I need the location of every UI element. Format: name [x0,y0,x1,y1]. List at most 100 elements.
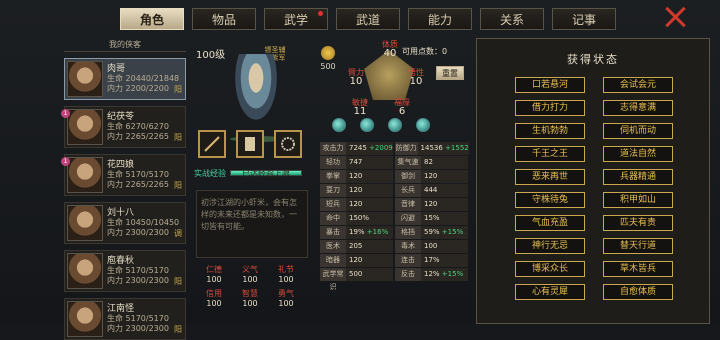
hero-name: 刘十八 [107,208,135,218]
stat-bonus: +15% [441,228,464,236]
stat-row: 暗器 120 连击 17% [320,254,470,267]
hero-card[interactable]: 1 花四娘 生命 5170/5170 内力 2265/2265 阳 [61,154,186,196]
stat-name: 攻击力 [320,142,346,155]
hero-mp: 内力 2300/2300 [107,228,169,237]
stat-name: 暗器 [320,254,346,267]
status-tag[interactable]: 心有灵犀 [515,284,585,300]
tab-character[interactable]: 角色 [120,8,184,30]
top-tabs: 角色 物品 武学 武道 能力 关系 记事 [120,8,616,30]
stat-name: 集气速度 [395,156,421,179]
tab-ability[interactable]: 能力 [408,8,472,30]
stat-value: 82 [424,158,433,166]
stat-name: 音律 [395,198,421,211]
virtue-value: 100 [278,275,294,284]
status-tag[interactable]: 恶来再世 [515,169,585,185]
status-tag[interactable]: 千王之王 [515,146,585,162]
hero-mp: 内力 2300/2300 [107,276,169,285]
stat-value: 100 [424,242,438,250]
level: 100级 [196,50,226,61]
stat-name: 格挡 [395,226,421,239]
stat-cell: 集气速度82 [395,156,468,179]
reset-button[interactable]: 重置 [436,66,464,80]
stat-cell: 武学常识 500 [320,268,393,291]
status-tag[interactable]: 守株待兔 [515,192,585,208]
hero-card[interactable]: 肉哥 生命 20440/21848 内力 2200/2200 阳 [64,58,186,100]
hero-info: 江南怪 生命 5170/5170 内力 2300/2300 [107,304,183,334]
hero-mark: 调 [174,229,182,238]
status-tag[interactable]: 替天行道 [603,238,673,254]
status-tag[interactable]: 志得意满 [603,100,673,116]
jade-orb-icon[interactable] [416,118,430,132]
hero-mark: 阳 [174,325,182,334]
virtue-name: 礼节 [278,265,294,274]
attr-wuxing: 悟性 10 [408,68,424,87]
hero-hp: 生命 10450/10450 [107,218,180,227]
hero-mark: 阳 [174,277,182,286]
stat-name: 暴击 [320,226,346,239]
equipment-slots [198,130,302,158]
hero-card[interactable]: 1 纪茯苓 生命 6270/6270 内力 2265/2265 阳 [61,106,186,148]
stat-value: 444 [424,186,438,194]
stat-row: 暴击 19% +16% 格挡 59% +15% [320,226,470,239]
orb-row [332,118,430,132]
stat-name: 轻功 [320,156,346,169]
hero-badge: 1 [61,157,70,166]
tab-wudao[interactable]: 武道 [336,8,400,30]
tab-journal[interactable]: 记事 [552,8,616,30]
stat-name: 毒术 [395,240,421,253]
stat-row: 攻击力 7245 +2009 防御力 14536 +1552 [320,142,470,155]
virtue-value: 100 [242,299,258,308]
status-tag[interactable]: 生机勃勃 [515,123,585,139]
virtue: 智慧 100 [232,288,268,308]
status-tag[interactable]: 博采众长 [515,261,585,277]
stat-bonus: +2009 [369,144,393,152]
accessory-slot[interactable] [274,130,302,158]
status-tag[interactable]: 积甲如山 [603,192,673,208]
jade-orb-icon[interactable] [360,118,374,132]
status-tag[interactable]: 伺机而动 [603,123,673,139]
status-tag[interactable]: 兵器精通 [603,169,673,185]
hero-card[interactable]: 刘十八 生命 10450/10450 内力 2300/2300 调 [64,202,186,244]
attr-minjie: 敏捷 11 [352,98,368,117]
virtue: 勇气 100 [268,288,304,308]
stat-value: 120 [349,172,363,180]
virtues: 仁德 100 义气 100 礼节 100 信用 100 智慧 100 勇气 100 [196,264,304,308]
jade-orb-icon[interactable] [332,118,346,132]
virtue: 礼节 100 [268,264,304,284]
hero-card[interactable]: 江南怪 生命 5170/5170 内力 2300/2300 阳 [64,298,186,340]
attr-fuyuan: 福缘 6 [394,98,410,117]
status-grid: 口若悬河 会试会元借力打力 志得意满生机勃勃 伺机而动千王之王 道法自然恶来再世 兵器精通… [515,77,709,300]
status-tag[interactable]: 会试会元 [603,77,673,93]
hero-hp: 生命 5170/5170 [107,170,169,179]
available-points: 可用点数：0 [402,47,448,56]
status-tag[interactable]: 神行无忌 [515,238,585,254]
stat-row: 拳掌 120 御剑 120 [320,170,470,183]
weapon-slot[interactable] [198,130,226,158]
tab-relations[interactable]: 关系 [480,8,544,30]
stat-bonus: +16% [366,228,389,236]
armor-slot[interactable] [236,130,264,158]
close-icon[interactable] [664,6,686,28]
armor-icon [245,137,255,151]
hero-mp: 内力 2300/2300 [107,324,169,333]
jade-orb-icon[interactable] [388,118,402,132]
status-tag[interactable]: 气血充盈 [515,215,585,231]
status-tag[interactable]: 草木皆兵 [603,261,673,277]
status-tag[interactable]: 匹夫有责 [603,215,673,231]
hero-mark: 阳 [174,181,182,190]
stat-cell: 短兵 120 [320,198,393,211]
stat-name: 命中 [320,212,346,225]
tab-martial[interactable]: 武学 [264,8,328,30]
stat-name: 耍刀 [320,184,346,197]
stat-bonus: +15% [441,270,464,278]
status-tag[interactable]: 自愈体质 [603,284,673,300]
status-tag[interactable]: 借力打力 [515,100,585,116]
virtue-value: 100 [206,275,222,284]
status-tag[interactable]: 道法自然 [603,146,673,162]
hero-name: 纪茯苓 [107,112,135,122]
spear-icon [204,136,220,152]
hero-card[interactable]: 庖春秋 生命 5170/5170 内力 2300/2300 阳 [64,250,186,292]
status-tag[interactable]: 口若悬河 [515,77,585,93]
avatar [67,301,103,337]
tab-items[interactable]: 物品 [192,8,256,30]
